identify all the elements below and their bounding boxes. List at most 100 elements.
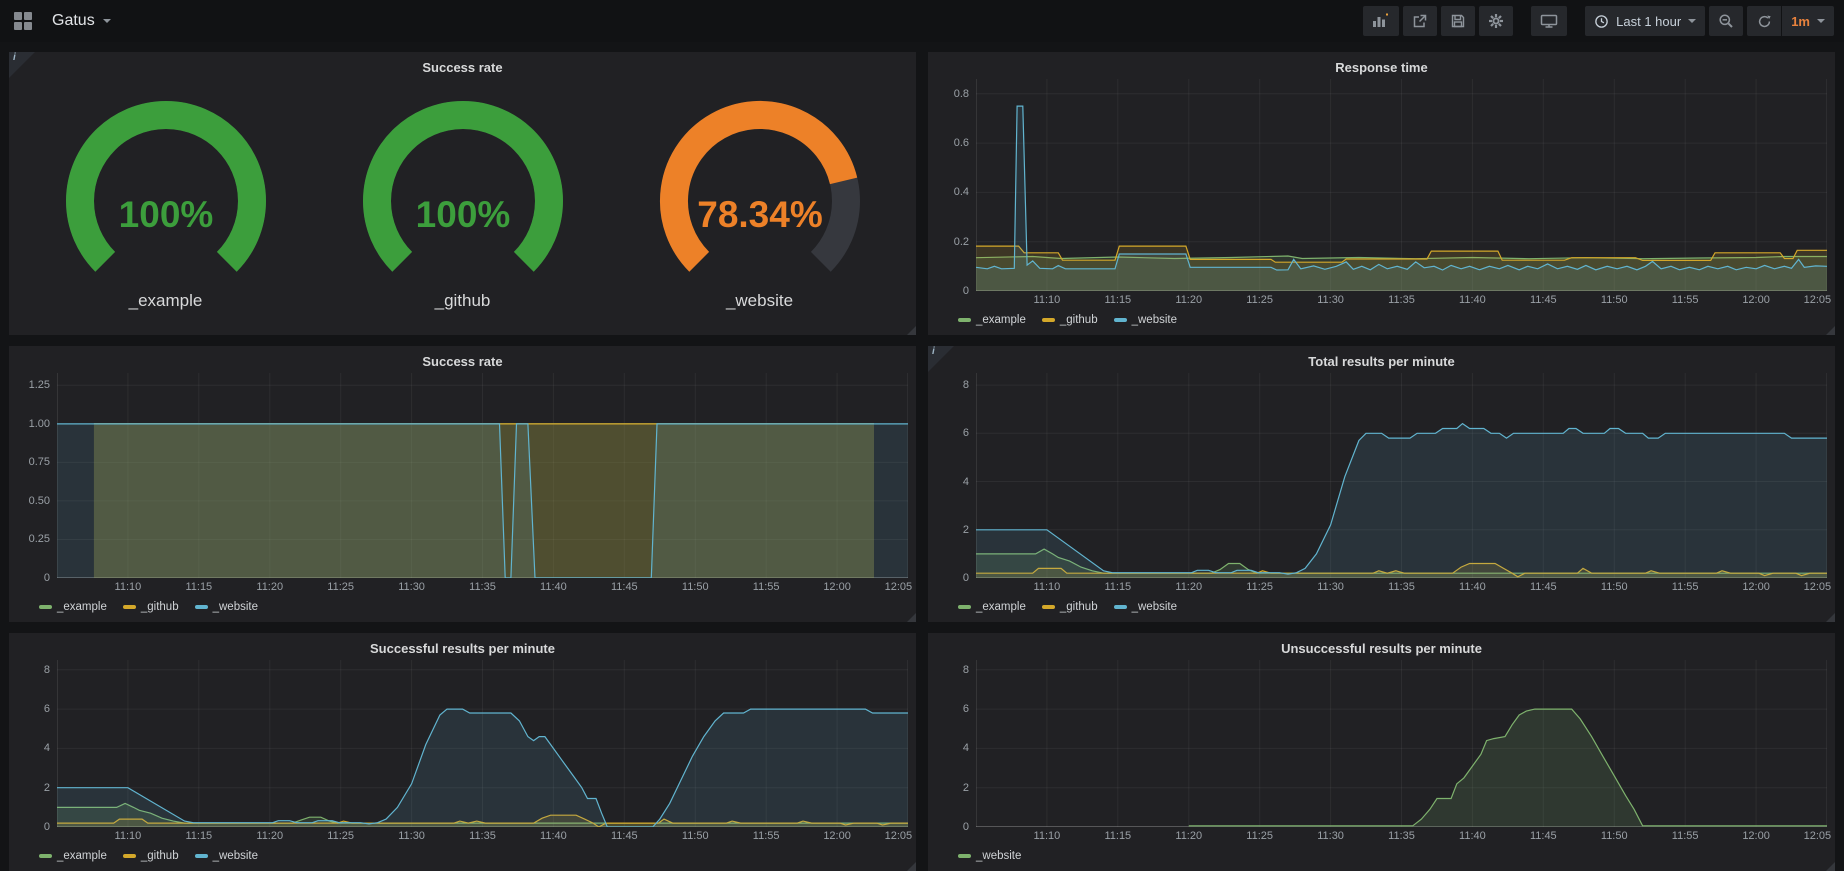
legend-swatch [39,854,52,858]
y-axis-label: 1.25 [29,379,50,391]
x-axis-label: 11:35 [1388,581,1415,593]
x-axis-label: 11:30 [1317,294,1344,306]
panel-resize-handle[interactable] [907,326,916,335]
refresh-button[interactable] [1747,6,1781,36]
legend: _website [936,845,1827,867]
x-axis-label: 11:10 [1034,581,1061,593]
refresh-interval-dropdown[interactable]: 1m [1782,6,1834,36]
x-axis-label: 12:00 [823,830,851,842]
plot-area[interactable] [976,660,1827,827]
gauge-label: _website [726,291,793,311]
zoom-out-icon [1718,13,1734,29]
success-rate-chart: 00.250.500.751.001.25 11:1011:1511:2011:… [17,373,908,618]
legend-swatch [123,854,136,858]
y-axis-label: 8 [963,664,969,676]
chart-svg [976,373,1827,578]
legend-item-website[interactable]: _website [195,850,258,862]
y-axis: 02468 [936,373,976,578]
legend-item-example[interactable]: _example [958,314,1026,326]
x-axis-label: 11:45 [611,581,638,593]
save-button[interactable] [1441,6,1475,36]
legend-label: _website [1132,314,1177,326]
x-axis-label: 11:30 [398,830,425,842]
x-axis-label: 11:15 [185,830,212,842]
panel-title[interactable]: Total results per minute [936,351,1827,373]
unsuccessful-results-chart: 02468 11:1011:1511:2011:2511:3011:3511:4… [936,660,1827,867]
x-axis-label: 12:05 [1804,581,1832,593]
panel-successful-results: Successful results per minute 02468 11:1… [9,633,916,871]
legend-item-website[interactable]: _website [1114,601,1177,613]
x-axis: 11:1011:1511:2011:2511:3011:3511:4011:45… [57,827,908,845]
tv-mode-button[interactable] [1531,6,1567,36]
gauge-label: _github [435,291,491,311]
x-axis-label: 11:55 [1672,581,1699,593]
legend-item-github[interactable]: _github [123,601,179,613]
legend-item-github[interactable]: _github [1042,601,1098,613]
legend-item-website[interactable]: _website [1114,314,1177,326]
x-axis-label: 12:00 [1742,830,1770,842]
panel-resize-handle[interactable] [907,613,916,622]
x-axis-label: 12:05 [1804,830,1832,842]
y-axis-label: 0.50 [29,495,50,507]
x-axis-label: 11:35 [1388,294,1415,306]
legend-item-example[interactable]: _example [958,601,1026,613]
time-range-picker[interactable]: Last 1 hour [1585,6,1705,36]
share-icon [1412,13,1428,29]
x-axis-label: 11:15 [1104,830,1131,842]
add-panel-button[interactable] [1363,6,1399,36]
x-axis-label: 11:25 [1246,294,1273,306]
legend: _example _github _website [17,596,908,618]
panel-title[interactable]: Response time [936,57,1827,79]
panel-resize-handle[interactable] [1826,326,1835,335]
refresh-interval-label: 1m [1791,14,1810,29]
panel-title[interactable]: Successful results per minute [17,638,908,660]
legend-label: _website [213,601,258,613]
plot-area[interactable] [57,373,908,578]
legend-swatch [123,605,136,609]
x-axis-label: 11:55 [753,830,780,842]
panel-title[interactable]: Unsuccessful results per minute [936,638,1827,660]
legend-swatch [1114,605,1127,609]
legend-item-website[interactable]: _website [195,601,258,613]
y-axis-label: 8 [963,379,969,391]
legend-swatch [195,605,208,609]
y-axis-label: 0.2 [954,236,969,248]
plot-area[interactable] [976,79,1827,291]
x-axis-label: 11:10 [115,830,142,842]
panel-resize-handle[interactable] [1826,613,1835,622]
x-axis-label: 11:25 [327,830,354,842]
chart-svg [976,660,1827,827]
settings-button[interactable] [1479,6,1513,36]
panel-resize-handle[interactable] [907,862,916,871]
panel-resize-handle[interactable] [1826,862,1835,871]
legend-item-example[interactable]: _example [39,601,107,613]
dashboard-title-dropdown[interactable]: Gatus [46,8,117,34]
dashboards-grid-icon[interactable] [14,12,32,30]
panel-title[interactable]: Success rate [17,57,908,79]
monitor-icon [1540,13,1558,29]
zoom-out-button[interactable] [1709,6,1743,36]
legend-swatch [958,605,971,609]
legend-label: _github [1060,314,1098,326]
x-axis-label: 11:40 [1459,294,1486,306]
plot-area[interactable] [57,660,908,827]
legend-item-github[interactable]: _github [1042,314,1098,326]
x-axis-label: 11:40 [540,830,567,842]
legend-item-example[interactable]: _example [39,850,107,862]
chevron-down-icon [103,19,111,23]
x-axis-label: 11:40 [1459,581,1486,593]
plot-area[interactable] [976,373,1827,578]
y-axis-label: 8 [44,664,50,676]
legend-item-website[interactable]: _website [958,850,1021,862]
legend-item-github[interactable]: _github [123,850,179,862]
panel-title[interactable]: Success rate [17,351,908,373]
share-button[interactable] [1403,6,1437,36]
x-axis-label: 11:35 [1388,830,1415,842]
x-axis-label: 12:05 [885,830,913,842]
y-axis-label: 6 [963,703,969,715]
x-axis-label: 12:00 [1742,581,1770,593]
x-axis: 11:1011:1511:2011:2511:3011:3511:4011:45… [57,578,908,596]
legend: _example _github _website [17,845,908,867]
gear-icon [1488,13,1504,29]
chevron-down-icon [1817,19,1825,23]
